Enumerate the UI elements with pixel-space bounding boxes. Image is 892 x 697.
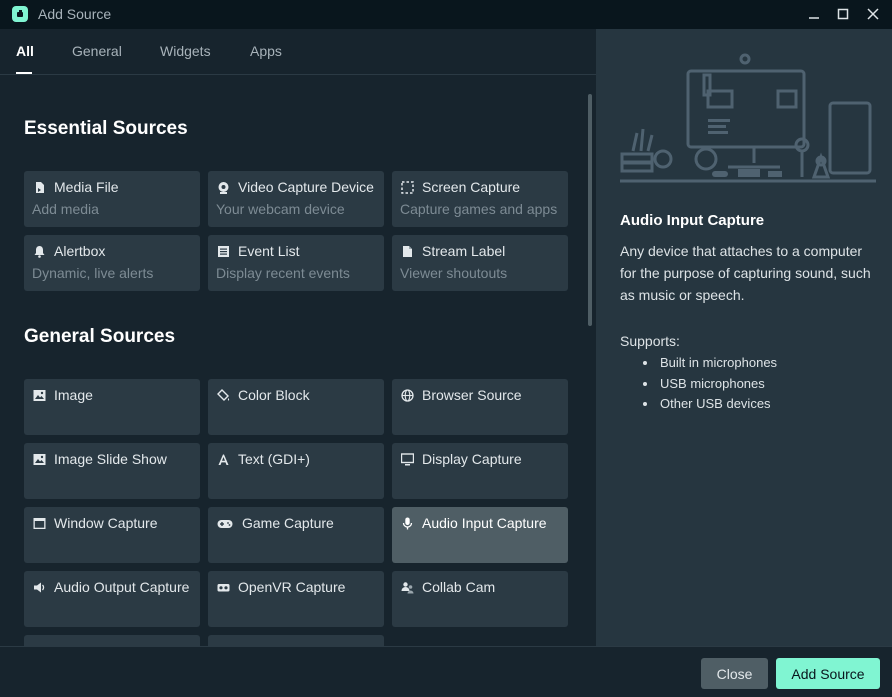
document-icon	[400, 244, 414, 258]
source-card-display-capture[interactable]: Display Capture	[392, 443, 568, 499]
minimize-button[interactable]	[804, 5, 824, 23]
source-card-video-capture-device[interactable]: Video Capture Device Your webcam device	[208, 171, 384, 227]
paint-bucket-icon	[216, 388, 230, 402]
card-name: Media File	[54, 179, 119, 195]
globe-icon	[400, 388, 414, 402]
card-name: Color Block	[238, 387, 310, 403]
maximize-icon	[837, 8, 849, 20]
window-icon	[32, 516, 46, 530]
card-name: Collab Cam	[422, 579, 496, 595]
card-name: Text (GDI+)	[238, 451, 310, 467]
source-card-game-capture[interactable]: Game Capture	[208, 507, 384, 563]
supports-list: Built in microphones USB microphones Oth…	[640, 353, 777, 415]
card-name: Game Capture	[242, 515, 334, 531]
category-tabs: All General Widgets Apps	[0, 29, 596, 75]
tab-general[interactable]: General	[72, 43, 122, 59]
monitor-icon	[400, 452, 414, 466]
screen-select-icon	[400, 180, 414, 194]
window-title: Add Source	[38, 6, 112, 22]
source-card-browser-source[interactable]: Browser Source	[392, 379, 568, 435]
sources-list: Essential Sources Media File Add media V…	[0, 75, 596, 646]
card-name: Alertbox	[54, 243, 106, 259]
card-name: Browser Source	[422, 387, 522, 403]
gamepad-icon	[216, 516, 234, 530]
close-icon	[867, 8, 879, 20]
webcam-icon	[216, 180, 230, 194]
source-card-image-slide-show[interactable]: Image Slide Show	[24, 443, 200, 499]
card-description: Display recent events	[216, 265, 350, 281]
card-name: Video Capture Device	[238, 179, 374, 195]
card-name: Window Capture	[54, 515, 158, 531]
source-details-panel: Audio Input Capture Any device that atta…	[596, 29, 892, 646]
card-description: Your webcam device	[216, 201, 345, 217]
card-name: Image	[54, 387, 93, 403]
source-card-partial[interactable]	[208, 635, 384, 646]
card-name: OpenVR Capture	[238, 579, 346, 595]
card-description: Viewer shoutouts	[400, 265, 508, 281]
card-name: Display Capture	[422, 451, 522, 467]
source-card-openvr-capture[interactable]: OpenVR Capture	[208, 571, 384, 627]
source-card-event-list[interactable]: Event List Display recent events	[208, 235, 384, 291]
minimize-icon	[809, 17, 819, 19]
list-icon	[216, 244, 230, 258]
source-card-audio-output-capture[interactable]: Audio Output Capture	[24, 571, 200, 627]
source-card-collab-cam[interactable]: Collab Cam	[392, 571, 568, 627]
vr-headset-icon	[216, 580, 230, 594]
file-icon	[32, 180, 46, 194]
active-tab-indicator	[16, 72, 32, 74]
desk-setup-illustration	[620, 53, 876, 183]
card-name: Screen Capture	[422, 179, 521, 195]
close-window-button[interactable]	[863, 5, 883, 23]
supports-label: Supports:	[620, 333, 680, 349]
list-item: USB microphones	[640, 374, 777, 395]
details-description: Any device that attaches to a computer f…	[620, 243, 871, 303]
card-name: Image Slide Show	[54, 451, 167, 467]
image-icon	[32, 388, 46, 402]
add-source-button[interactable]: Add Source	[776, 658, 880, 689]
text-icon	[216, 452, 230, 466]
scrollbar-thumb[interactable]	[588, 94, 592, 326]
source-card-stream-label[interactable]: Stream Label Viewer shoutouts	[392, 235, 568, 291]
speaker-icon	[32, 580, 46, 594]
card-name: Event List	[238, 243, 300, 259]
image-icon	[32, 452, 46, 466]
list-item: Built in microphones	[640, 353, 777, 374]
card-description: Dynamic, live alerts	[32, 265, 154, 281]
source-card-alertbox[interactable]: Alertbox Dynamic, live alerts	[24, 235, 200, 291]
card-description: Capture games and apps	[400, 201, 558, 217]
microphone-icon	[400, 516, 414, 530]
source-card-text-gdi[interactable]: Text (GDI+)	[208, 443, 384, 499]
source-card-window-capture[interactable]: Window Capture	[24, 507, 200, 563]
source-card-partial[interactable]	[24, 635, 200, 646]
close-button[interactable]: Close	[701, 658, 768, 689]
tab-apps[interactable]: Apps	[250, 43, 282, 59]
general-sources-heading: General Sources	[24, 326, 176, 347]
dialog-footer: Close Add Source	[0, 646, 892, 697]
card-description: Add media	[32, 201, 99, 217]
essential-sources-heading: Essential Sources	[24, 118, 188, 139]
bell-icon	[32, 244, 46, 258]
streamlabs-logo-icon	[12, 6, 28, 22]
source-card-audio-input-capture[interactable]: Audio Input Capture	[392, 507, 568, 563]
title-bar: Add Source	[0, 0, 892, 29]
users-icon	[400, 580, 414, 594]
card-name: Audio Input Capture	[422, 515, 547, 531]
source-card-media-file[interactable]: Media File Add media	[24, 171, 200, 227]
list-item: Other USB devices	[640, 394, 777, 415]
card-name: Stream Label	[422, 243, 506, 259]
details-title: Audio Input Capture	[620, 212, 765, 229]
tab-all[interactable]: All	[16, 43, 34, 59]
source-card-image[interactable]: Image	[24, 379, 200, 435]
maximize-button[interactable]	[833, 5, 853, 23]
source-card-color-block[interactable]: Color Block	[208, 379, 384, 435]
source-card-screen-capture[interactable]: Screen Capture Capture games and apps	[392, 171, 568, 227]
card-name: Audio Output Capture	[54, 579, 190, 595]
tab-widgets[interactable]: Widgets	[160, 43, 211, 59]
